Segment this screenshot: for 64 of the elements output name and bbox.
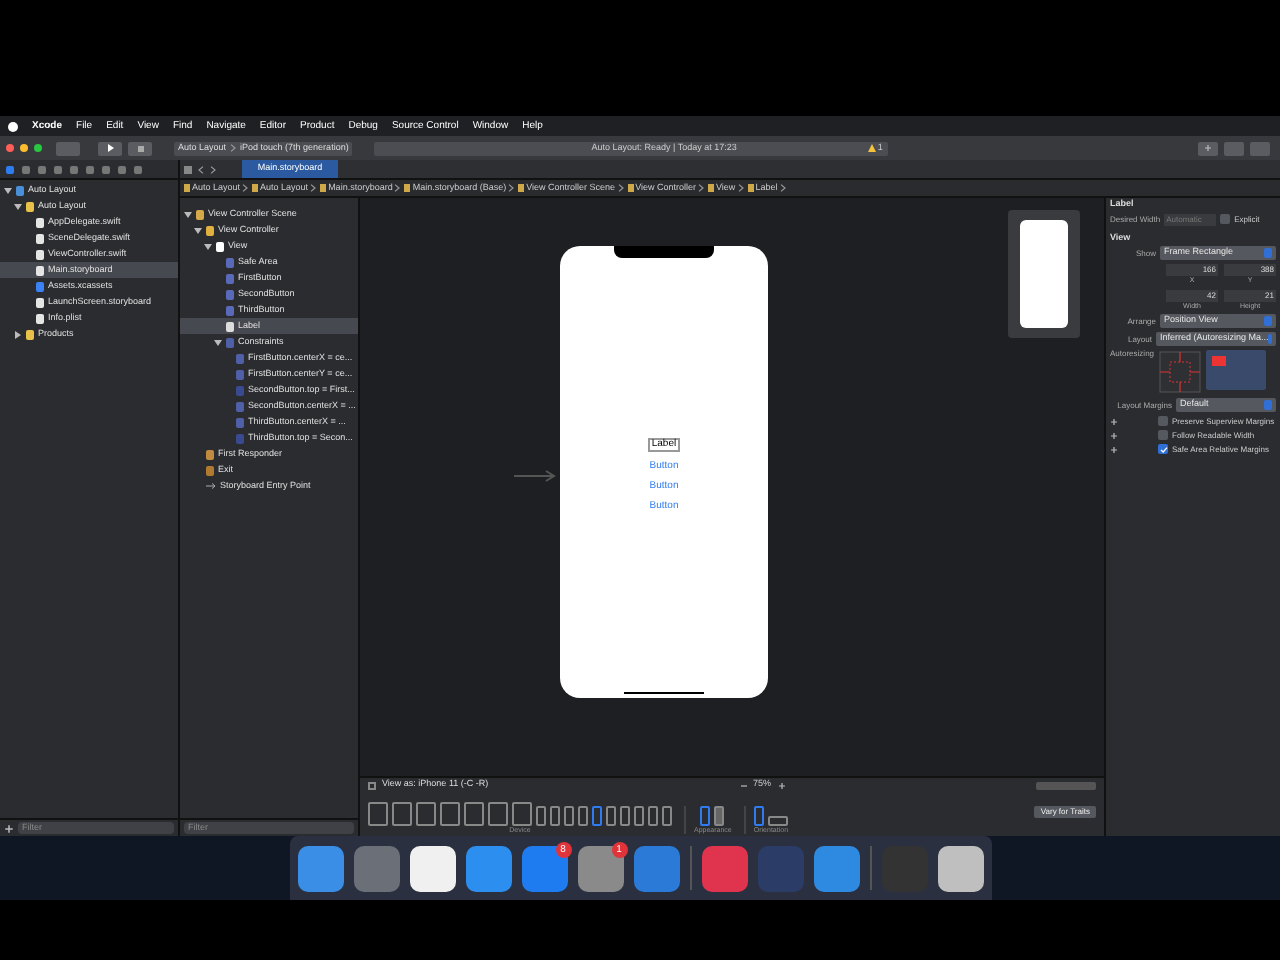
zoom-out-icon[interactable]: [739, 781, 748, 789]
run-button[interactable]: [98, 141, 122, 155]
breadcrumb-icon: [518, 184, 525, 192]
add-icon[interactable]: [4, 823, 14, 833]
chevron-icon: [779, 184, 786, 192]
device-icon[interactable]: [392, 801, 412, 825]
checkbox[interactable]: [1158, 444, 1168, 454]
checkbox[interactable]: [1158, 430, 1168, 440]
checkbox[interactable]: [1158, 416, 1168, 426]
preview-drawing: [1206, 350, 1266, 390]
device-icon[interactable]: [512, 801, 532, 825]
breadcrumb-icon: [747, 184, 754, 192]
device-icon[interactable]: [488, 801, 508, 825]
breadcrumb-icon: [320, 184, 327, 192]
panel-icon[interactable]: [368, 781, 376, 789]
forward-icon[interactable]: [210, 165, 216, 173]
home-indicator: [624, 692, 704, 694]
back-icon[interactable]: [198, 165, 204, 173]
folder-icon: [26, 201, 34, 211]
portrait-icon[interactable]: [753, 805, 764, 825]
device-icon[interactable]: [416, 801, 436, 825]
grid-icon[interactable]: [184, 165, 192, 173]
entry-arrow-icon: [514, 470, 558, 482]
breadcrumb-icon: [627, 184, 634, 192]
chevron-icon: [230, 144, 237, 152]
breadcrumb-icon: [708, 184, 714, 192]
minimap: [1008, 210, 1080, 338]
chevron-icon: [508, 184, 515, 192]
device-icon[interactable]: [440, 801, 460, 825]
device-icon[interactable]: [464, 801, 484, 825]
breadcrumb-icon: [184, 184, 190, 192]
close-icon[interactable]: [6, 144, 14, 152]
chevron-icon: [394, 184, 401, 192]
add-icon[interactable]: [1110, 417, 1118, 425]
chevron-icon: [310, 184, 317, 192]
zoom-in-icon[interactable]: [777, 781, 786, 789]
app-icon[interactable]: [937, 845, 983, 891]
notch: [614, 246, 714, 258]
zoom-icon[interactable]: [34, 144, 42, 152]
apple-icon[interactable]: [8, 121, 18, 131]
add-icon[interactable]: [1110, 431, 1118, 439]
breadcrumb-icon: [404, 184, 411, 192]
checkbox[interactable]: [1220, 214, 1231, 224]
warning-icon[interactable]: [867, 144, 876, 152]
folder-icon: [26, 329, 34, 339]
light-mode-icon[interactable]: [700, 805, 711, 825]
chevron-icon: [242, 184, 249, 192]
landscape-icon[interactable]: [767, 815, 788, 825]
checkmark-icon: [1159, 445, 1167, 453]
chevron-icon: [698, 184, 704, 192]
breadcrumb-icon: [252, 184, 259, 192]
minimize-icon[interactable]: [20, 144, 28, 152]
dark-mode-icon[interactable]: [714, 805, 725, 825]
add-button[interactable]: [1198, 141, 1218, 155]
app-icon[interactable]: [409, 845, 455, 891]
file-icon: [16, 185, 24, 195]
device-icon[interactable]: [368, 801, 388, 825]
autoresizing-drawing: [1158, 350, 1202, 394]
arrow-icon: [206, 482, 216, 490]
add-icon[interactable]: [1110, 445, 1118, 453]
chevron-icon: [617, 184, 624, 192]
stop-button[interactable]: [128, 141, 152, 155]
plus-icon[interactable]: [1204, 144, 1212, 152]
chevron-icon: [737, 184, 744, 192]
